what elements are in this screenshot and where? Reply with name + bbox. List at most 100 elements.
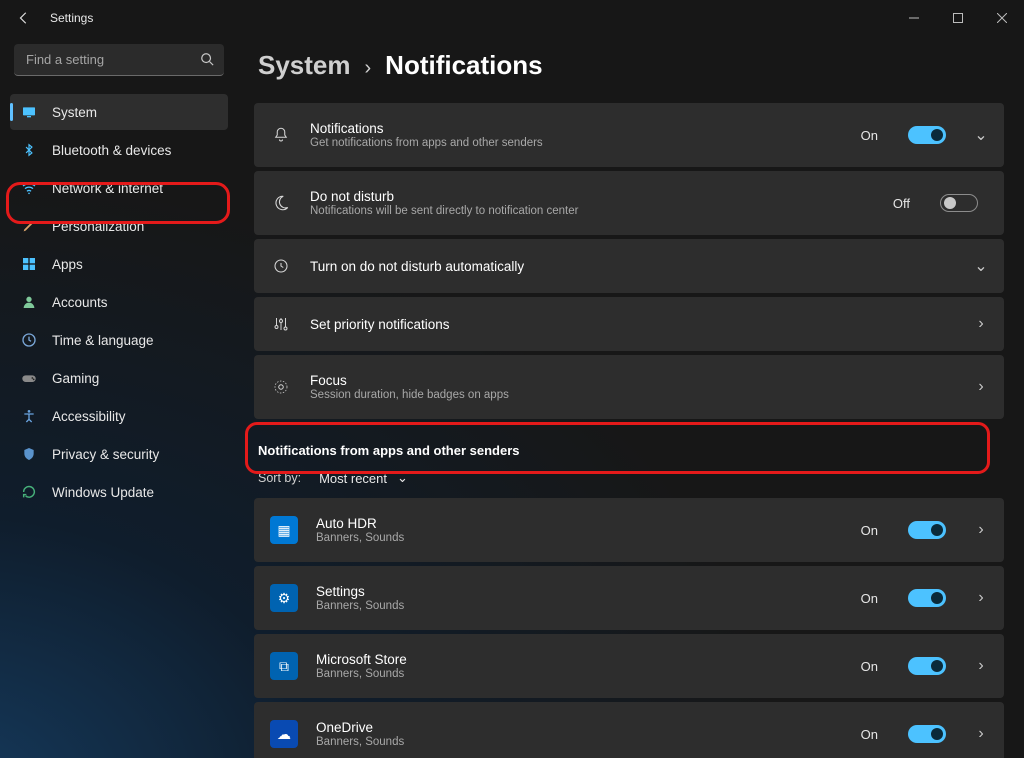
app-name: Microsoft Store — [316, 652, 843, 667]
chevron-right-icon[interactable]: › — [974, 378, 988, 396]
app-sub: Banners, Sounds — [316, 736, 843, 748]
app-sender-row[interactable]: ▦ Auto HDRBanners, Sounds On › — [254, 498, 1004, 562]
minimize-button[interactable] — [892, 2, 936, 34]
maximize-button[interactable] — [936, 2, 980, 34]
access-icon — [20, 407, 38, 425]
sidebar-item-accessibility[interactable]: Accessibility — [10, 398, 228, 434]
app-sub: Banners, Sounds — [316, 668, 843, 680]
chevron-down-icon[interactable]: ⌄ — [974, 125, 988, 145]
app-icon: ▦ — [270, 516, 298, 544]
sidebar-item-system[interactable]: System — [10, 94, 228, 130]
app-icon: ⚙ — [270, 584, 298, 612]
sidebar-item-label: Gaming — [52, 371, 99, 386]
sidebar-item-privacy-security[interactable]: Privacy & security — [10, 436, 228, 472]
sidebar-item-label: Time & language — [52, 333, 154, 348]
toggle-switch[interactable] — [908, 521, 946, 539]
person-icon — [20, 293, 38, 311]
chevron-right-icon[interactable]: › — [974, 657, 988, 675]
clock-arrow-icon — [270, 257, 292, 275]
toggle-state: On — [861, 727, 878, 742]
bell-icon — [270, 126, 292, 144]
sliders-icon — [270, 315, 292, 333]
sidebar-item-windows-update[interactable]: Windows Update — [10, 474, 228, 510]
app-name: OneDrive — [316, 720, 843, 735]
setting-dnd-auto[interactable]: Turn on do not disturb automatically ⌄ — [254, 239, 1004, 293]
sidebar-item-label: Personalization — [52, 219, 144, 234]
setting-focus[interactable]: Focus Session duration, hide badges on a… — [254, 355, 1004, 419]
arrow-left-icon — [17, 11, 31, 25]
app-name: Auto HDR — [316, 516, 843, 531]
toggle-switch[interactable] — [908, 657, 946, 675]
app-sender-row[interactable]: ⧉Microsoft StoreBanners, SoundsOn› — [254, 634, 1004, 698]
sidebar-item-time-language[interactable]: Time & language — [10, 322, 228, 358]
bluetooth-icon — [20, 141, 38, 159]
app-sub: Banners, Sounds — [316, 532, 843, 544]
app-sender-row[interactable]: ⚙ SettingsBanners, Sounds On › — [254, 566, 1004, 630]
toggle-switch[interactable] — [908, 126, 946, 144]
app-sender-row[interactable]: ☁OneDriveBanners, SoundsOn› — [254, 702, 1004, 758]
setting-subtitle: Session duration, hide badges on apps — [310, 389, 956, 401]
sidebar-item-label: Accessibility — [52, 409, 126, 424]
window-controls — [892, 2, 1024, 34]
toggle-state: On — [861, 591, 878, 606]
apps-icon — [20, 255, 38, 273]
app-name: Settings — [316, 584, 843, 599]
close-button[interactable] — [980, 2, 1024, 34]
toggle-state: On — [861, 128, 878, 143]
game-icon — [20, 369, 38, 387]
sidebar-item-label: Privacy & security — [52, 447, 159, 462]
nav-list: System Bluetooth & devices Network & inter… — [10, 94, 228, 510]
sort-value: Most recent — [319, 471, 387, 486]
sidebar-item-label: Network & internet — [52, 181, 163, 196]
chevron-down-icon[interactable]: ⌄ — [974, 256, 988, 276]
sidebar-item-label: Bluetooth & devices — [52, 143, 171, 158]
search-input[interactable] — [14, 44, 224, 76]
sidebar-item-personalization[interactable]: Personalization — [10, 208, 228, 244]
sort-row: Sort by: Most recent ⌄ — [258, 466, 1004, 490]
setting-notifications[interactable]: Notifications Get notifications from app… — [254, 103, 1004, 167]
section-heading: Notifications from apps and other sender… — [258, 443, 1004, 458]
setting-title: Do not disturb — [310, 189, 875, 204]
setting-priority[interactable]: Set priority notifications › — [254, 297, 1004, 351]
sort-dropdown[interactable]: Most recent ⌄ — [311, 466, 416, 490]
breadcrumb-parent[interactable]: System — [258, 50, 351, 81]
toggle-switch[interactable] — [908, 725, 946, 743]
sidebar-item-bluetooth-devices[interactable]: Bluetooth & devices — [10, 132, 228, 168]
wifi-icon — [20, 179, 38, 197]
sidebar-item-network-internet[interactable]: Network & internet — [10, 170, 228, 206]
moon-icon — [270, 194, 292, 212]
app-sub: Banners, Sounds — [316, 600, 843, 612]
sidebar-item-label: Accounts — [52, 295, 108, 310]
setting-title: Turn on do not disturb automatically — [310, 259, 956, 274]
sidebar-item-gaming[interactable]: Gaming — [10, 360, 228, 396]
back-button[interactable] — [10, 4, 38, 32]
chevron-right-icon[interactable]: › — [974, 521, 988, 539]
toggle-state: On — [861, 523, 878, 538]
window-title: Settings — [50, 11, 93, 25]
display-icon — [20, 103, 38, 121]
shield-icon — [20, 445, 38, 463]
sidebar-item-apps[interactable]: Apps — [10, 246, 228, 282]
sidebar-item-accounts[interactable]: Accounts — [10, 284, 228, 320]
chevron-right-icon[interactable]: › — [974, 589, 988, 607]
toggle-state: Off — [893, 196, 910, 211]
sidebar-item-label: System — [52, 105, 97, 120]
chevron-right-icon: › — [365, 57, 372, 80]
setting-title: Focus — [310, 373, 956, 388]
clock-icon — [20, 331, 38, 349]
breadcrumb-current: Notifications — [385, 50, 542, 81]
sidebar: System Bluetooth & devices Network & inter… — [0, 36, 238, 758]
main-content[interactable]: System › Notifications Notifications Get… — [238, 36, 1024, 758]
toggle-switch[interactable] — [940, 194, 978, 212]
sort-label: Sort by: — [258, 471, 301, 485]
chevron-down-icon: ⌄ — [397, 470, 408, 486]
chevron-right-icon[interactable]: › — [974, 315, 988, 333]
chevron-right-icon[interactable]: › — [974, 725, 988, 743]
breadcrumb: System › Notifications — [258, 50, 1004, 81]
toggle-switch[interactable] — [908, 589, 946, 607]
setting-do-not-disturb[interactable]: Do not disturb Notifications will be sen… — [254, 171, 1004, 235]
sidebar-item-label: Windows Update — [52, 485, 154, 500]
toggle-state: On — [861, 659, 878, 674]
search-icon — [200, 52, 214, 66]
setting-subtitle: Get notifications from apps and other se… — [310, 137, 843, 149]
